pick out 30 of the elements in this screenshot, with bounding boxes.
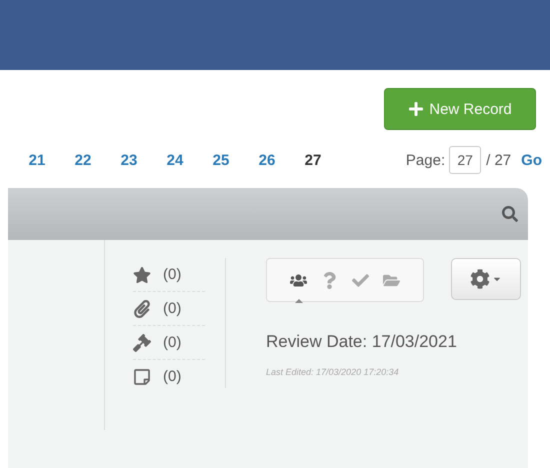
- search-icon[interactable]: [502, 206, 518, 222]
- go-link[interactable]: Go: [521, 152, 542, 168]
- tab-pointer: [294, 298, 302, 302]
- count-text: (0): [163, 300, 182, 317]
- page-link[interactable]: 25: [198, 152, 244, 168]
- page-link[interactable]: 24: [152, 152, 198, 168]
- gavel-icon: [133, 334, 151, 352]
- people-icon: [290, 272, 307, 288]
- page-link[interactable]: 27: [290, 152, 336, 168]
- page-link[interactable]: 21: [14, 152, 60, 168]
- note-icon: [133, 368, 151, 386]
- review-date: Review Date: 17/03/2021: [266, 332, 458, 352]
- page-link[interactable]: 23: [106, 152, 152, 168]
- star-icon: [133, 266, 151, 284]
- page-link[interactable]: 22: [60, 152, 106, 168]
- settings-icon: [470, 269, 490, 289]
- count-text: (0): [163, 266, 182, 283]
- paperclip-icon: [133, 300, 151, 318]
- count-text: (0): [163, 334, 182, 351]
- new-record-button[interactable]: New Record: [384, 88, 536, 130]
- page-total: / 27: [486, 152, 512, 168]
- page-input[interactable]: 27: [449, 146, 482, 174]
- count-text: (0): [163, 368, 182, 385]
- page-link[interactable]: 26: [244, 152, 290, 168]
- checkmark-icon: [352, 272, 369, 288]
- last-edited: Last Edited: 17/03/2020 17:20:34: [266, 367, 400, 377]
- settings-button[interactable]: [451, 258, 521, 300]
- question-icon: [321, 272, 338, 288]
- page-label: Page:: [406, 152, 446, 168]
- plus-icon: [408, 101, 424, 117]
